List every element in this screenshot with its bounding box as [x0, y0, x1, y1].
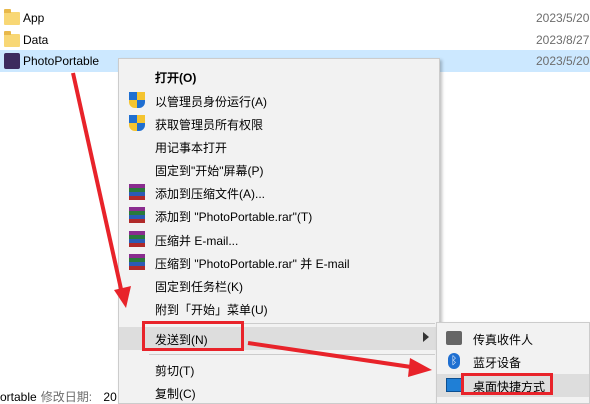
- menu-item-label: 复制(C): [155, 387, 196, 401]
- menu-item-pin-to-start-menu[interactable]: 附到「开始」菜单(U): [119, 297, 439, 320]
- submenu-item-label: 蓝牙设备: [473, 356, 522, 370]
- folder-icon: [4, 9, 20, 26]
- menu-item-label: 压缩到 "PhotoPortable.rar" 并 E-mail: [155, 257, 350, 271]
- highlight-desktop-shortcut: [461, 373, 553, 395]
- folder-icon: [4, 31, 20, 48]
- menu-item-open[interactable]: 打开(O): [119, 65, 439, 88]
- details-label: 修改日期:: [40, 390, 93, 404]
- desktop-icon: [446, 378, 462, 392]
- menu-separator: [149, 354, 435, 355]
- menu-item-label: 以管理员身份运行(A): [155, 95, 267, 109]
- menu-item-label: 用记事本打开: [155, 141, 228, 155]
- menu-item-pin-to-taskbar[interactable]: 固定到任务栏(K): [119, 274, 439, 297]
- menu-item-label: 添加到压缩文件(A)...: [155, 187, 265, 201]
- winrar-icon: [129, 184, 145, 200]
- menu-item-copy[interactable]: 复制(C): [119, 381, 439, 404]
- file-date: 2023/8/27: [536, 33, 590, 47]
- menu-item-compress-email[interactable]: 压缩并 E-mail...: [119, 228, 439, 251]
- uac-shield-icon: [129, 115, 145, 131]
- menu-item-pin-to-start[interactable]: 固定到"开始"屏幕(P): [119, 158, 439, 181]
- file-date: 2023/5/20: [536, 11, 590, 25]
- file-name: App: [23, 11, 45, 25]
- menu-item-label: 固定到"开始"屏幕(P): [155, 164, 264, 178]
- winrar-icon: [129, 231, 145, 247]
- highlight-send-to: [142, 321, 244, 351]
- file-row-data[interactable]: Data 2023/8/27: [0, 29, 590, 51]
- app-icon: [4, 53, 20, 69]
- menu-item-take-ownership[interactable]: 获取管理员所有权限: [119, 112, 439, 135]
- menu-item-compress-rar-email[interactable]: 压缩到 "PhotoPortable.rar" 并 E-mail: [119, 251, 439, 274]
- submenu-item-label: 传真收件人: [473, 333, 534, 347]
- details-bar: ortable 修改日期: 20: [0, 388, 117, 404]
- file-name: Data: [23, 33, 49, 47]
- submenu-item-fax-recipient[interactable]: 传真收件人: [437, 327, 589, 350]
- menu-item-label: 打开(O): [155, 71, 197, 85]
- menu-item-label: 添加到 "PhotoPortable.rar"(T): [155, 210, 313, 224]
- menu-item-cut[interactable]: 剪切(T): [119, 358, 439, 381]
- bluetooth-icon: ᛒ: [448, 353, 460, 369]
- winrar-icon: [129, 207, 145, 223]
- uac-shield-icon: [129, 92, 145, 108]
- menu-item-label: 剪切(T): [155, 364, 195, 378]
- context-menu: 打开(O) 以管理员身份运行(A) 获取管理员所有权限 用记事本打开 固定到"开…: [118, 58, 440, 404]
- menu-item-add-to-archive[interactable]: 添加到压缩文件(A)...: [119, 181, 439, 204]
- file-date: 2023/5/20: [536, 54, 590, 68]
- menu-item-open-with-notepad[interactable]: 用记事本打开: [119, 135, 439, 158]
- file-row-app[interactable]: App 2023/5/20: [0, 7, 590, 29]
- menu-item-label: 附到「开始」菜单(U): [155, 303, 268, 317]
- details-file-name: ortable: [0, 390, 37, 404]
- menu-item-add-to-rar[interactable]: 添加到 "PhotoPortable.rar"(T): [119, 204, 439, 227]
- winrar-icon: [129, 254, 145, 270]
- menu-item-label: 压缩并 E-mail...: [155, 234, 239, 248]
- chevron-right-icon: [423, 332, 429, 342]
- fax-icon: [446, 331, 462, 345]
- file-name: PhotoPortable: [23, 54, 100, 68]
- menu-item-label: 固定到任务栏(K): [155, 280, 243, 294]
- menu-item-run-as-admin[interactable]: 以管理员身份运行(A): [119, 89, 439, 112]
- submenu-item-bluetooth[interactable]: ᛒ 蓝牙设备: [437, 350, 589, 373]
- details-value: 20: [103, 390, 117, 404]
- menu-item-label: 获取管理员所有权限: [155, 118, 264, 132]
